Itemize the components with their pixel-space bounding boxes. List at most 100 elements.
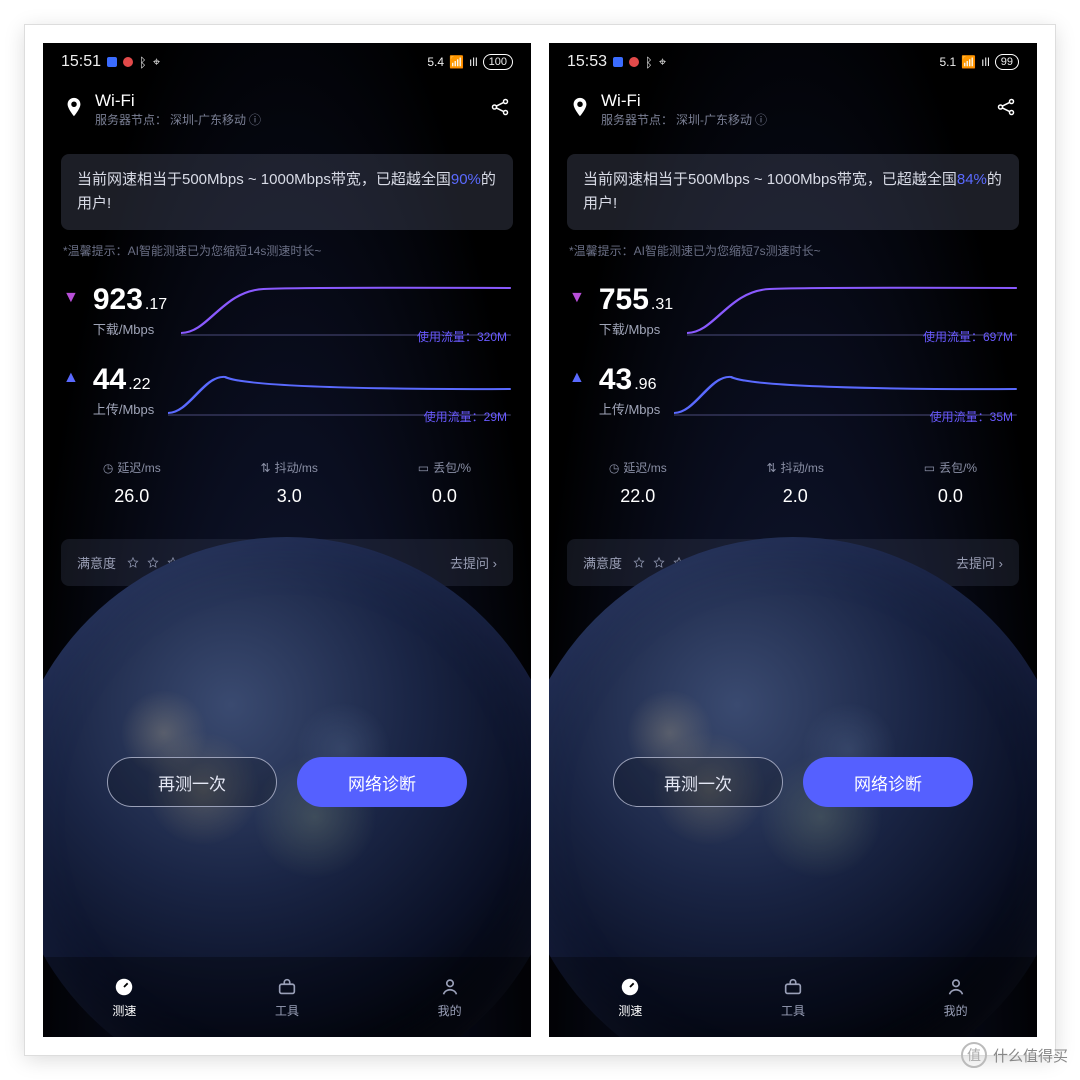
- gauge-icon: [619, 976, 641, 998]
- nav-profile[interactable]: 我的: [368, 957, 531, 1037]
- status-indicator-icon: [107, 57, 117, 67]
- ai-hint: *温馨提示：AI智能测速已为您缩短7s测速时长~: [569, 242, 1017, 259]
- signal-icon: ıll: [469, 55, 478, 69]
- upload-int: 43: [599, 363, 632, 397]
- wifi-icon: 📶: [449, 55, 464, 69]
- upload-dec: .96: [634, 376, 656, 394]
- upload-dec: .22: [128, 376, 150, 394]
- jitter-icon: ⇅: [261, 461, 271, 475]
- download-dec: .17: [145, 296, 167, 314]
- metrics-row: ◷延迟/ms 22.0 ⇅抖动/ms 2.0 ▭丢包/% 0.0: [549, 429, 1037, 525]
- latency-value: 22.0: [609, 486, 667, 507]
- status-bar: 15:53 ᛒ ⌖ 5.1 📶 ıll 99: [549, 43, 1037, 77]
- download-arrow-icon: ▼: [569, 289, 585, 307]
- upload-usage: 29M: [484, 410, 507, 424]
- ai-hint: *温馨提示：AI智能测速已为您缩短14s测速时长~: [63, 242, 511, 259]
- diagnose-button[interactable]: 网络诊断: [297, 757, 467, 807]
- nav-speedtest[interactable]: 测速: [43, 957, 206, 1037]
- share-icon[interactable]: [995, 96, 1017, 123]
- clock-icon: ◷: [103, 461, 113, 475]
- gauge-icon: [113, 976, 135, 998]
- upload-label: 上传/Mbps: [599, 399, 660, 418]
- download-int: 923: [93, 283, 143, 317]
- clock-icon: ◷: [609, 461, 619, 475]
- loss-icon: ▭: [418, 461, 429, 475]
- status-record-icon: [123, 57, 133, 67]
- status-time: 15:51: [61, 53, 101, 71]
- jitter-value: 2.0: [767, 486, 824, 507]
- phone-screen: 15:51 ᛒ ⌖ 5.4 📶 ıll 100 Wi-Fi: [43, 43, 531, 1037]
- feedback-link[interactable]: 去提问 ›: [956, 553, 1003, 572]
- bluetooth-icon: ᛒ: [645, 55, 653, 70]
- location-pin-icon: [63, 96, 85, 123]
- bottom-nav: 测速 工具 我的: [43, 957, 531, 1037]
- nav-profile[interactable]: 我的: [874, 957, 1037, 1037]
- bottom-nav: 测速 工具 我的: [549, 957, 1037, 1037]
- status-net-speed: 5.1: [939, 55, 956, 69]
- nav-speedtest[interactable]: 测速: [549, 957, 712, 1037]
- bluetooth-icon: ᛒ: [139, 55, 147, 70]
- nav-tools[interactable]: 工具: [712, 957, 875, 1037]
- retest-button[interactable]: 再测一次: [107, 757, 277, 807]
- server-node[interactable]: 服务器节点： 深圳-广东移动 ⓘ: [95, 111, 261, 128]
- download-usage: 320M: [477, 330, 507, 344]
- upload-arrow-icon: ▲: [569, 369, 585, 387]
- loss-value: 0.0: [418, 486, 471, 507]
- battery-level: 99: [995, 54, 1019, 70]
- upload-usage: 35M: [990, 410, 1013, 424]
- download-dec: .31: [651, 296, 673, 314]
- signal-icon: ıll: [981, 55, 990, 69]
- rating-label: 满意度: [583, 553, 622, 572]
- feedback-link[interactable]: 去提问 ›: [450, 553, 497, 572]
- connection-title: Wi-Fi: [601, 91, 767, 111]
- jitter-value: 3.0: [261, 486, 318, 507]
- jitter-icon: ⇅: [767, 461, 777, 475]
- download-label: 下载/Mbps: [93, 319, 167, 338]
- metrics-row: ◷延迟/ms 26.0 ⇅抖动/ms 3.0 ▭丢包/% 0.0: [43, 429, 531, 525]
- status-bar: 15:51 ᛒ ⌖ 5.4 📶 ıll 100: [43, 43, 531, 77]
- upload-block: ▲ 44 .22 上传/Mbps 使用流量：29M: [43, 349, 531, 429]
- download-block: ▼ 923 .17 下载/Mbps 使用流量：320M: [43, 269, 531, 349]
- download-label: 下载/Mbps: [599, 319, 673, 338]
- summary-banner: 当前网速相当于500Mbps ~ 1000Mbps带宽，已超越全国84%的用户!: [567, 154, 1019, 230]
- status-time: 15:53: [567, 53, 607, 71]
- upload-arrow-icon: ▲: [63, 369, 79, 387]
- toolbox-icon: [782, 976, 804, 998]
- loss-icon: ▭: [924, 461, 935, 475]
- upload-block: ▲ 43 .96 上传/Mbps 使用流量：35M: [549, 349, 1037, 429]
- star-icon[interactable]: [632, 556, 646, 570]
- phone-screen: 15:53 ᛒ ⌖ 5.1 📶 ıll 99 Wi-Fi: [549, 43, 1037, 1037]
- battery-level: 100: [483, 54, 513, 70]
- toolbox-icon: [276, 976, 298, 998]
- percentile-value: 90%: [451, 171, 481, 188]
- server-node[interactable]: 服务器节点： 深圳-广东移动 ⓘ: [601, 111, 767, 128]
- download-arrow-icon: ▼: [63, 289, 79, 307]
- diagnose-button[interactable]: 网络诊断: [803, 757, 973, 807]
- percentile-value: 84%: [957, 171, 987, 188]
- connection-title: Wi-Fi: [95, 91, 261, 111]
- info-icon: ⓘ: [249, 111, 261, 128]
- retest-button[interactable]: 再测一次: [613, 757, 783, 807]
- upload-label: 上传/Mbps: [93, 399, 154, 418]
- nav-tools[interactable]: 工具: [206, 957, 369, 1037]
- info-icon: ⓘ: [755, 111, 767, 128]
- latency-value: 26.0: [103, 486, 161, 507]
- location-pin-icon: [569, 96, 591, 123]
- status-record-icon: [629, 57, 639, 67]
- person-icon: [439, 976, 461, 998]
- watermark: 值 什么值得买: [961, 1042, 1068, 1068]
- download-usage: 697M: [983, 330, 1013, 344]
- comparison-frame: 15:51 ᛒ ⌖ 5.4 📶 ıll 100 Wi-Fi: [25, 25, 1055, 1055]
- wifi-icon: 📶: [961, 55, 976, 69]
- watermark-text: 什么值得买: [993, 1045, 1068, 1066]
- person-icon: [945, 976, 967, 998]
- watermark-icon: 值: [961, 1042, 987, 1068]
- share-icon[interactable]: [489, 96, 511, 123]
- rating-label: 满意度: [77, 553, 116, 572]
- loss-value: 0.0: [924, 486, 977, 507]
- download-int: 755: [599, 283, 649, 317]
- status-net-speed: 5.4: [427, 55, 444, 69]
- star-icon[interactable]: [126, 556, 140, 570]
- download-block: ▼ 755 .31 下载/Mbps 使用流量：697M: [549, 269, 1037, 349]
- summary-banner: 当前网速相当于500Mbps ~ 1000Mbps带宽，已超越全国90%的用户!: [61, 154, 513, 230]
